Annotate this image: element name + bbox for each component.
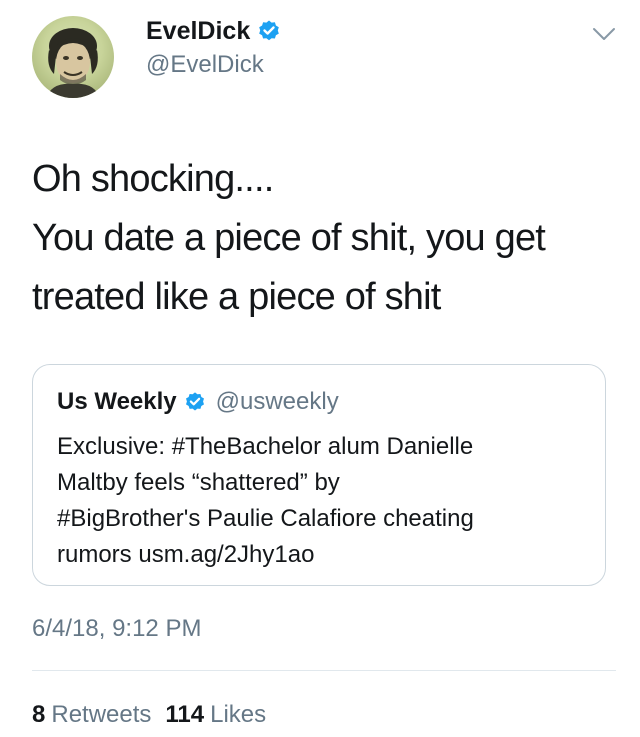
tweet-text-line: You date a piece of shit, you get xyxy=(32,217,546,259)
likes-count[interactable]: 114 xyxy=(165,700,204,730)
retweets-label[interactable]: Retweets xyxy=(51,700,151,730)
quoted-text-line: #BigBrother's Paulie Calafiore cheating xyxy=(57,505,474,532)
tweet-stats: 8 Retweets 114 Likes xyxy=(32,700,266,730)
chevron-down-icon[interactable] xyxy=(592,26,616,42)
quoted-text-line: rumors usm.ag/2Jhy1ao xyxy=(57,541,315,568)
quoted-user-handle: @usweekly xyxy=(215,388,339,415)
quoted-tweet-card[interactable]: Us Weekly @usweekly Exclusive: #TheBache… xyxy=(32,364,606,586)
likes-label[interactable]: Likes xyxy=(210,700,266,730)
quoted-text-line: Exclusive: #TheBachelor alum Danielle xyxy=(57,433,474,460)
verified-badge-icon xyxy=(185,392,204,411)
verified-badge-icon xyxy=(259,20,280,41)
tweet-text-line: treated like a piece of shit xyxy=(32,276,441,318)
quoted-tweet-text: Exclusive: #TheBachelor alum Danielle Ma… xyxy=(57,429,587,573)
divider xyxy=(32,670,616,671)
quoted-text-line: Maltby feels “shattered” by xyxy=(57,469,340,496)
tweet-timestamp: 6/4/18, 9:12 PM xyxy=(32,615,202,642)
retweets-count[interactable]: 8 xyxy=(32,700,45,730)
quoted-display-name: Us Weekly xyxy=(57,388,177,415)
tweet-text: Oh shocking.... You date a piece of shit… xyxy=(32,150,612,327)
display-name[interactable]: EvelDick xyxy=(146,16,250,46)
tweet-header: EvelDick @EvelDick xyxy=(32,16,620,100)
user-handle[interactable]: @EvelDick xyxy=(146,50,281,80)
avatar[interactable] xyxy=(32,16,114,98)
avatar-portrait-icon xyxy=(46,28,100,98)
tweet-text-line: Oh shocking.... xyxy=(32,158,274,200)
